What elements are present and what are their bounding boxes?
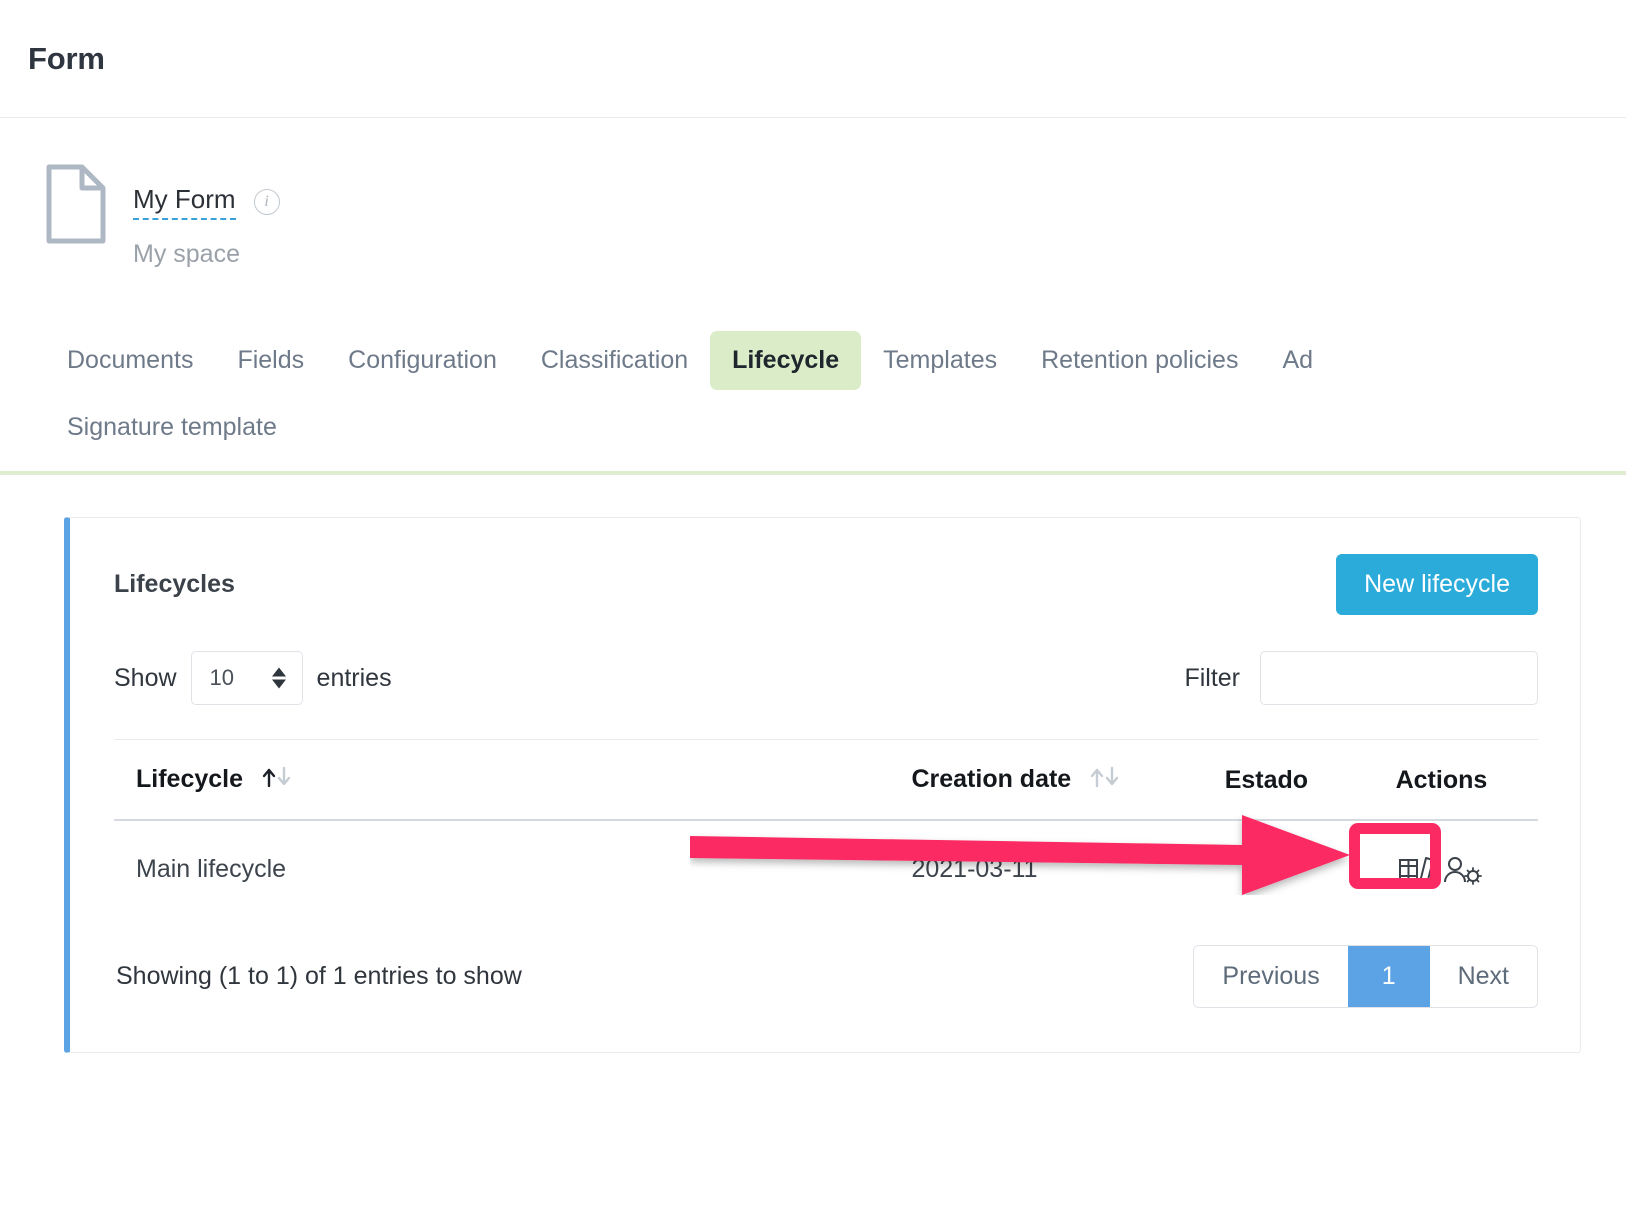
document-icon <box>45 163 107 245</box>
space-name: My space <box>133 240 280 269</box>
showing-entries-text: Showing (1 to 1) of 1 entries to show <box>114 962 522 991</box>
tab-list-row-2: Signature template <box>45 398 1626 471</box>
app-page: Form My Form i My space Documents Fields… <box>0 0 1626 1208</box>
tab-templates[interactable]: Templates <box>861 331 1019 390</box>
tab-administration[interactable]: Ad <box>1260 331 1335 390</box>
tab-configuration[interactable]: Configuration <box>326 331 519 390</box>
form-identity: My Form i My space <box>0 118 1626 269</box>
column-header-estado[interactable]: Estado <box>1225 740 1396 821</box>
pagination: Previous 1 Next <box>1193 945 1538 1008</box>
cell-lifecycle-name: Main lifecycle <box>114 820 911 917</box>
sort-lifecycle-icon[interactable] <box>260 764 294 797</box>
filter-label: Filter <box>1184 664 1240 693</box>
table-footer: Showing (1 to 1) of 1 entries to show Pr… <box>114 917 1538 1052</box>
form-name-row: My Form i <box>133 185 280 220</box>
column-header-creation-date[interactable]: Creation date <box>911 740 1224 821</box>
filter-group: Filter <box>1184 651 1538 705</box>
tab-documents[interactable]: Documents <box>45 331 215 390</box>
new-lifecycle-button[interactable]: New lifecycle <box>1336 554 1538 615</box>
form-name-editable[interactable]: My Form <box>133 185 236 220</box>
identity-text: My Form i My space <box>133 163 280 269</box>
column-header-lifecycle-label: Lifecycle <box>136 765 243 793</box>
info-icon[interactable]: i <box>254 189 280 215</box>
table-controls: Show 10 entries Filter <box>114 651 1538 705</box>
tab-bar: Documents Fields Configuration Classific… <box>0 331 1626 476</box>
card-title: Lifecycles <box>114 570 235 599</box>
stepper-arrows-icon <box>272 668 286 689</box>
table-head: Lifecycle Creation date <box>114 740 1538 821</box>
page-title: Form <box>28 41 105 77</box>
cell-creation-date: 2021-03-11 <box>911 820 1224 917</box>
pagination-previous[interactable]: Previous <box>1194 946 1347 1007</box>
entries-per-page-select[interactable]: 10 <box>191 651 303 705</box>
filter-input[interactable] <box>1260 651 1538 705</box>
tab-signature-template[interactable]: Signature template <box>45 398 299 457</box>
lifecycles-table: Lifecycle Creation date <box>114 739 1538 917</box>
action-icons-group <box>1396 851 1538 887</box>
entries-label: entries <box>317 664 392 693</box>
cell-actions <box>1396 820 1538 917</box>
column-header-lifecycle[interactable]: Lifecycle <box>114 740 911 821</box>
column-header-creation-date-label: Creation date <box>911 765 1071 793</box>
tab-classification[interactable]: Classification <box>519 331 710 390</box>
table-header-row: Lifecycle Creation date <box>114 740 1538 821</box>
pagination-page-1[interactable]: 1 <box>1348 946 1430 1007</box>
user-settings-icon[interactable] <box>1442 851 1482 887</box>
tab-lifecycle[interactable]: Lifecycle <box>710 331 861 390</box>
show-entries-group: Show 10 entries <box>114 651 392 705</box>
pagination-next[interactable]: Next <box>1430 946 1537 1007</box>
card-header: Lifecycles New lifecycle <box>114 518 1538 615</box>
lifecycles-card: Lifecycles New lifecycle Show 10 entries… <box>64 517 1581 1053</box>
top-bar: Form <box>0 0 1626 118</box>
tab-retention-policies[interactable]: Retention policies <box>1019 331 1260 390</box>
table-body: Main lifecycle 2021-03-11 <box>114 820 1538 917</box>
tab-fields[interactable]: Fields <box>215 331 326 390</box>
entries-per-page-value: 10 <box>210 665 234 691</box>
library-icon[interactable] <box>1396 851 1436 887</box>
column-header-actions: Actions <box>1396 740 1538 821</box>
tab-list: Documents Fields Configuration Classific… <box>45 331 1626 472</box>
sort-creation-date-icon[interactable] <box>1088 764 1122 797</box>
table-row[interactable]: Main lifecycle 2021-03-11 <box>114 820 1538 917</box>
cell-estado <box>1225 820 1396 917</box>
show-label: Show <box>114 664 177 693</box>
